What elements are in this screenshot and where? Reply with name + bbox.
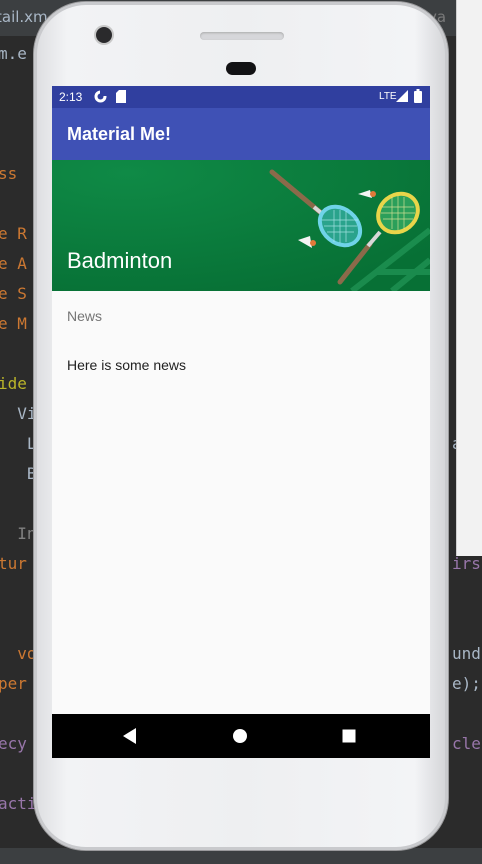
back-icon <box>123 728 136 744</box>
code-line: e S <box>0 284 27 303</box>
code-line: vo <box>0 644 37 663</box>
code-line: ss <box>0 164 18 183</box>
code-line: Vi <box>0 404 37 423</box>
status-bar: 2:13 LTE <box>52 86 430 108</box>
code-line: ide <box>0 374 27 393</box>
sport-subtitle: News <box>67 308 103 324</box>
sport-title: Badminton <box>67 248 173 273</box>
code-line: m.e <box>0 44 27 63</box>
code-line: In <box>0 524 37 543</box>
code-line: ecy <box>0 734 27 753</box>
code-line: e R <box>0 224 27 243</box>
app-title: Material Me! <box>67 124 172 144</box>
code-line: B <box>0 464 37 483</box>
code-fragment: cle <box>452 734 481 753</box>
code-fragment: irs <box>452 554 481 573</box>
home-button[interactable] <box>210 714 270 758</box>
code-line: acti <box>0 794 37 813</box>
back-button[interactable] <box>100 714 160 758</box>
navigation-bar <box>52 714 430 758</box>
network-type: LTE <box>379 91 397 102</box>
signal-icon <box>396 90 408 105</box>
proximity-sensor <box>226 62 256 75</box>
code-line: e A <box>0 254 27 273</box>
code-line: per <box>0 674 27 693</box>
home-icon <box>233 729 247 743</box>
battery-icon <box>414 89 422 106</box>
code-fragment: und <box>452 644 481 663</box>
earpiece <box>200 32 284 40</box>
sport-header-image: Badminton <box>52 160 430 291</box>
sd-card-icon <box>116 90 126 106</box>
recents-button[interactable] <box>319 714 379 758</box>
front-camera <box>96 27 112 43</box>
code-line: tur <box>0 554 27 573</box>
ide-bottom-bar <box>0 848 482 864</box>
code-fragment: e); <box>452 674 481 693</box>
recents-icon <box>342 729 356 743</box>
code-line: e M <box>0 314 27 333</box>
face-icon <box>94 90 107 106</box>
code-line: L <box>0 434 37 453</box>
device-frame: 2:13 LTE Material Me! Badminton News Her… <box>34 2 448 850</box>
sport-info: Here is some news <box>67 357 187 373</box>
device-screen: 2:13 LTE Material Me! Badminton News Her… <box>52 86 430 758</box>
ide-side-panel <box>456 0 482 556</box>
status-time: 2:13 <box>59 90 83 104</box>
